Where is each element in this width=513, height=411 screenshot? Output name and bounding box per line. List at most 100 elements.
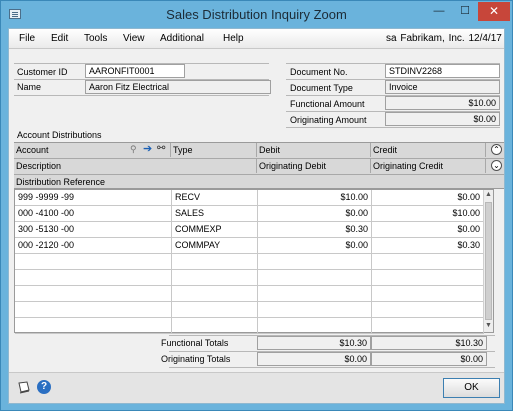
help-icon[interactable]: ? (37, 380, 51, 394)
debit-cell: $0.00 (258, 206, 372, 221)
divider (14, 95, 269, 96)
type-cell: SALES (172, 206, 258, 221)
account-cell: 999 -9999 -99 (15, 190, 172, 205)
customer-id-label: Customer ID (17, 67, 68, 77)
bottom-bar: ? OK (9, 372, 504, 403)
debit-cell: $0.30 (258, 222, 372, 237)
menu-file[interactable]: File (19, 33, 35, 44)
account-cell: 000 -4100 -00 (15, 206, 172, 221)
debit-cell: $0.00 (258, 238, 372, 253)
credit-cell (372, 254, 484, 269)
link-icon[interactable]: ⚯ (157, 143, 169, 155)
type-cell: COMMEXP (172, 222, 258, 237)
customer-id-field[interactable]: AARONFIT0001 (85, 64, 185, 78)
account-cell (15, 270, 172, 285)
account-cell (15, 286, 172, 301)
divider (286, 127, 500, 128)
debit-cell (258, 286, 372, 301)
type-cell (172, 286, 258, 301)
menu-edit[interactable]: Edit (51, 33, 68, 44)
functional-credit-total: $10.30 (371, 336, 487, 350)
credit-cell (372, 318, 484, 333)
account-cell (15, 302, 172, 317)
table-row[interactable]: 000 -4100 -00 SALES $0.00 $10.00 (15, 206, 484, 222)
type-cell (172, 318, 258, 333)
document-no-label: Document No. (290, 67, 348, 77)
document-no-field[interactable]: STDINV2268 (385, 64, 500, 78)
collapse-rows-icon[interactable]: ⌃ (491, 144, 502, 155)
document-type-field: Invoice (385, 80, 500, 94)
originating-credit-total: $0.00 (371, 352, 487, 366)
credit-cell: $0.00 (372, 190, 484, 205)
functional-amount-label: Functional Amount (290, 99, 365, 109)
account-cell (15, 318, 172, 333)
expand-rows-icon[interactable]: ⌄ (491, 160, 502, 171)
type-cell (172, 302, 258, 317)
table-row[interactable] (15, 270, 484, 286)
minimize-button[interactable]: — (426, 2, 452, 21)
originating-debit-column-header[interactable]: Originating Debit (257, 159, 371, 173)
scroll-up-icon[interactable]: ▲ (484, 190, 493, 200)
divider (169, 367, 495, 368)
credit-cell: $10.00 (372, 206, 484, 221)
close-button[interactable]: ✕ (478, 2, 510, 21)
type-cell (172, 254, 258, 269)
originating-amount-label: Originating Amount (290, 115, 367, 125)
debit-cell: $10.00 (258, 190, 372, 205)
document-type-label: Document Type (290, 83, 353, 93)
functional-totals-label: Functional Totals (161, 338, 229, 348)
table-row[interactable]: 300 -5130 -00 COMMEXP $0.30 $0.00 (15, 222, 484, 238)
table-row[interactable] (15, 318, 484, 334)
description-column-header[interactable]: Description (14, 159, 257, 173)
credit-cell (372, 270, 484, 285)
title-bar[interactable]: Sales Distribution Inquiry Zoom — ☐ ✕ (1, 1, 512, 28)
window: Sales Distribution Inquiry Zoom — ☐ ✕ Fi… (0, 0, 513, 411)
account-cell: 000 -2120 -00 (15, 238, 172, 253)
debit-cell (258, 302, 372, 317)
table-row[interactable]: 999 -9999 -99 RECV $10.00 $0.00 (15, 190, 484, 206)
table-row[interactable] (15, 254, 484, 270)
debit-column-header[interactable]: Debit (257, 143, 371, 157)
type-cell: COMMPAY (172, 238, 258, 253)
scroll-thumb[interactable] (485, 202, 492, 320)
distribution-reference-column-header[interactable]: Distribution Reference (14, 175, 504, 189)
credit-cell: $0.00 (372, 222, 484, 237)
originating-credit-column-header[interactable]: Originating Credit (371, 159, 486, 173)
debit-cell (258, 318, 372, 333)
account-cell: 300 -5130 -00 (15, 222, 172, 237)
originating-totals-label: Originating Totals (161, 354, 231, 364)
table-row[interactable] (15, 302, 484, 318)
grid-header: Account ⚲ ➔ ⚯ Type Debit Credit ⌃ Descri… (14, 142, 504, 189)
credit-cell (372, 302, 484, 317)
account-distributions-title: Account Distributions (17, 130, 102, 140)
functional-amount-field: $10.00 (385, 96, 500, 110)
menu-tools[interactable]: Tools (84, 33, 107, 44)
menu-view[interactable]: View (123, 33, 145, 44)
name-field: Aaron Fitz Electrical (85, 80, 271, 94)
debit-cell (258, 270, 372, 285)
vertical-scrollbar[interactable]: ▲ ▼ (483, 190, 493, 332)
name-label: Name (17, 82, 42, 92)
lookup-icon[interactable]: ⚲ (130, 144, 141, 155)
account-cell (15, 254, 172, 269)
menu-bar: File Edit Tools View Additional Help sa … (9, 29, 504, 49)
menu-additional[interactable]: Additional (160, 33, 204, 44)
type-column-header[interactable]: Type (171, 143, 257, 157)
note-icon[interactable] (17, 381, 31, 394)
functional-debit-total: $10.30 (257, 336, 371, 350)
table-row[interactable] (15, 286, 484, 302)
ok-button[interactable]: OK (443, 378, 500, 398)
credit-column-header[interactable]: Credit (371, 143, 486, 157)
type-cell (172, 270, 258, 285)
scroll-down-icon[interactable]: ▼ (484, 321, 493, 331)
debit-cell (258, 254, 372, 269)
table-row[interactable]: 000 -2120 -00 COMMPAY $0.00 $0.30 (15, 238, 484, 254)
distribution-grid[interactable]: 999 -9999 -99 RECV $10.00 $0.00 000 -4100 -0… (14, 189, 494, 334)
arrow-right-icon[interactable]: ➔ (143, 143, 154, 155)
menu-help[interactable]: Help (223, 33, 244, 44)
type-cell: RECV (172, 190, 258, 205)
maximize-button[interactable]: ☐ (452, 2, 478, 21)
company-info: sa Fabrikam, Inc. 12/4/17 (386, 33, 502, 44)
originating-amount-field: $0.00 (385, 112, 500, 126)
credit-cell (372, 286, 484, 301)
